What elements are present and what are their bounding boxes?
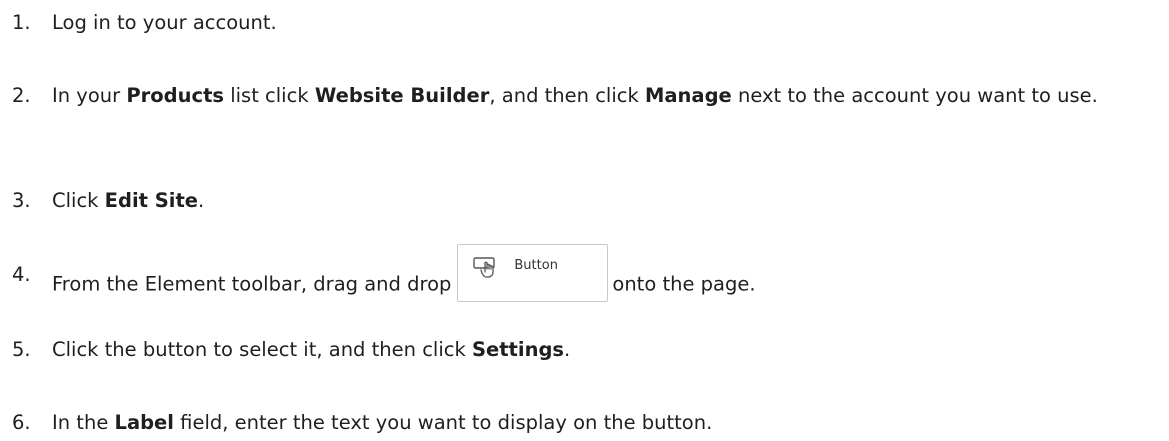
text-fragment: field, enter the text you want to displa… bbox=[173, 411, 713, 434]
ui-term-edit-site: Edit Site bbox=[104, 189, 199, 212]
step-text: Click the button to select it, and then … bbox=[52, 331, 1161, 368]
step-3: 3. Click Edit Site. bbox=[12, 182, 1161, 219]
text-fragment: From the Element toolbar, drag and drop bbox=[52, 272, 452, 296]
step-number: 1. bbox=[12, 11, 31, 34]
text-fragment: In the bbox=[52, 411, 115, 434]
step-4: 4. From the Element toolbar, drag and dr… bbox=[12, 244, 1161, 314]
step-6: 6. In the Label field, enter the text yo… bbox=[12, 404, 1161, 441]
text-fragment: Click bbox=[52, 189, 105, 212]
text-fragment: next to the account you want to use. bbox=[731, 84, 1098, 107]
step-text: In your Products list click Website Buil… bbox=[52, 77, 1161, 114]
step-number: 3. bbox=[12, 189, 31, 212]
step-text: Log in to your account. bbox=[52, 4, 1161, 41]
ui-term-products: Products bbox=[126, 84, 224, 107]
button-element-icon bbox=[473, 257, 496, 278]
text-fragment: onto the page. bbox=[612, 272, 756, 296]
ui-term-manage: Manage bbox=[644, 84, 732, 107]
step-2: 2. In your Products list click Website B… bbox=[12, 77, 1161, 114]
button-element-label: Button bbox=[514, 258, 558, 273]
ui-term-label: Label bbox=[114, 411, 174, 434]
step-number: 2. bbox=[12, 84, 31, 107]
text-fragment: Click the button to select it, and then … bbox=[52, 338, 472, 361]
step-5: 5. Click the button to select it, and th… bbox=[12, 331, 1161, 368]
button-element-tile: Button bbox=[457, 244, 609, 302]
step-number: 5. bbox=[12, 338, 31, 361]
step-text: Click Edit Site. bbox=[52, 182, 1161, 219]
ui-term-website-builder: Website Builder bbox=[314, 84, 490, 107]
text-fragment: , and then click bbox=[489, 84, 645, 107]
text-fragment: list click bbox=[224, 84, 315, 107]
step-text: From the Element toolbar, drag and drop … bbox=[52, 244, 1161, 314]
text-fragment: In your bbox=[52, 84, 127, 107]
instruction-steps: 1. Log in to your account. 2. In your Pr… bbox=[0, 0, 1169, 434]
step-1: 1. Log in to your account. bbox=[12, 4, 1161, 41]
ui-term-settings: Settings bbox=[471, 338, 565, 361]
step-text: In the Label field, enter the text you w… bbox=[52, 404, 1161, 441]
text-fragment: . bbox=[198, 189, 205, 212]
step-number: 4. bbox=[12, 263, 31, 286]
text-fragment: Log in to your account. bbox=[52, 11, 277, 34]
step-number: 6. bbox=[12, 411, 31, 434]
text-fragment: . bbox=[564, 338, 571, 361]
